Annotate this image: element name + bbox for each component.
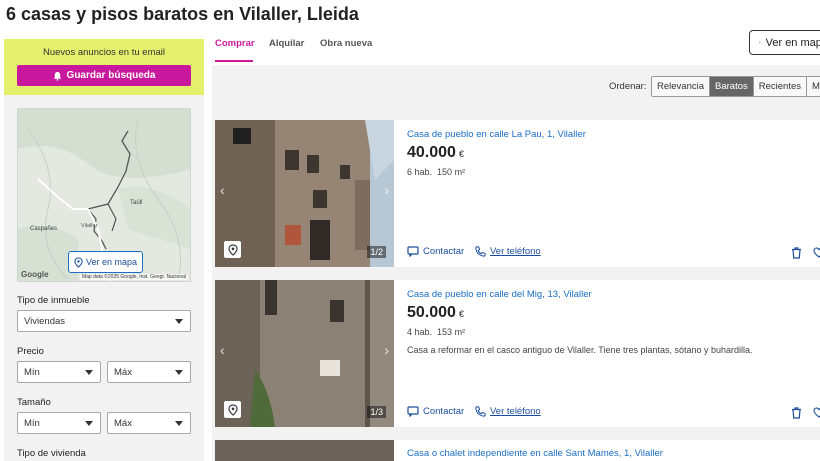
price-value: 50.000: [407, 304, 456, 321]
google-logo: Google: [21, 270, 49, 279]
email-alert-box: Nuevos anuncios en tu email Guardar búsq…: [4, 39, 204, 95]
caret-down-icon: [175, 370, 183, 375]
sort-label: Ordenar:: [609, 81, 647, 92]
trash-icon[interactable]: [791, 407, 802, 419]
listing-title[interactable]: Casa de pueblo en calle La Pau, 1, Vilal…: [407, 129, 586, 140]
size-max-select[interactable]: Máx: [107, 412, 191, 434]
listing-price: 50.000 €: [407, 304, 464, 322]
phone-icon: [475, 246, 486, 257]
price-min-value: Mín: [24, 366, 40, 378]
caret-down-icon: [85, 421, 93, 426]
save-search-label: Guardar búsqueda: [66, 70, 156, 81]
listing-rooms: 6 hab.: [407, 167, 433, 177]
mini-map[interactable]: Taüll Caspañes Vilaller Ver en mapa Goog…: [17, 108, 191, 282]
heart-icon[interactable]: [813, 247, 820, 258]
view-phone-label: Ver teléfono: [490, 246, 541, 257]
sort-more-button[interactable]: Más: [807, 77, 820, 96]
listing-photo[interactable]: ‹ › 1/3: [215, 280, 394, 427]
listing-card[interactable]: ‹ › 1/3 Casa de pueblo en calle del Mig,…: [215, 280, 820, 427]
view-map-button[interactable]: Ver en mapa: [749, 30, 820, 55]
caret-down-icon: [85, 370, 93, 375]
save-search-button[interactable]: Guardar búsqueda: [17, 65, 191, 86]
svg-text:Vilaller: Vilaller: [81, 223, 98, 229]
active-tab-indicator: [215, 60, 253, 62]
map-credit: Map data ©2025 Google, Inst. Geogr. Naci…: [79, 274, 188, 280]
view-phone-button[interactable]: Ver teléfono: [475, 246, 541, 257]
view-phone-label: Ver teléfono: [490, 406, 541, 417]
price-currency: €: [458, 309, 464, 319]
listing-price: 40.000 €: [407, 144, 464, 162]
listing-card[interactable]: Casa o chalet independiente en calle San…: [215, 440, 820, 461]
sort-relevance-button[interactable]: Relevancia: [652, 77, 710, 96]
next-photo-icon[interactable]: ›: [384, 182, 389, 198]
caret-down-icon: [175, 319, 183, 324]
map-view-label: Ver en mapa: [85, 257, 138, 267]
sort-cheapest-button[interactable]: Baratos: [710, 77, 754, 96]
price-max-select[interactable]: Máx: [107, 361, 191, 383]
listing-title[interactable]: Casa de pueblo en calle del Mig, 13, Vil…: [407, 289, 592, 300]
price-max-value: Máx: [114, 366, 132, 378]
listing-photo[interactable]: [215, 440, 394, 461]
chat-icon: [407, 406, 419, 417]
listing-details: 6 hab. 150 m²: [407, 167, 465, 177]
listing-details: 4 hab. 153 m²: [407, 327, 465, 337]
stone-house-image: [215, 280, 394, 427]
tab-comprar[interactable]: Comprar: [215, 38, 255, 49]
contact-label: Contactar: [423, 246, 465, 257]
size-min-select[interactable]: Mín: [17, 412, 101, 434]
trash-icon[interactable]: [791, 247, 802, 259]
tab-obra-nueva[interactable]: Obra nueva: [320, 38, 372, 49]
prev-photo-icon[interactable]: ‹: [220, 342, 225, 358]
housing-type-label: Tipo de vivienda: [17, 448, 86, 459]
price-label: Precio: [17, 346, 44, 357]
size-max-value: Máx: [114, 417, 132, 429]
size-label: Tamaño: [17, 397, 51, 408]
filters-sidebar: Taüll Caspañes Vilaller Ver en mapa Goog…: [4, 95, 204, 461]
map-pin-icon: [227, 403, 238, 416]
listing-area: 153 m²: [437, 327, 466, 337]
email-alert-text: Nuevos anuncios en tu email: [43, 47, 165, 58]
price-min-select[interactable]: Mín: [17, 361, 101, 383]
property-type-select[interactable]: Viviendas: [17, 310, 191, 332]
svg-text:Taüll: Taüll: [130, 200, 142, 206]
listing-photo[interactable]: ‹ › 1/2: [215, 120, 394, 267]
property-type-value: Viviendas: [24, 315, 66, 327]
sort-recent-button[interactable]: Recientes: [753, 77, 807, 96]
tab-alquilar[interactable]: Alquilar: [269, 38, 304, 49]
photo-counter: 1/2: [367, 246, 386, 258]
size-min-value: Mín: [24, 417, 40, 429]
contact-button[interactable]: Contactar: [407, 246, 464, 257]
map-pin-icon: [759, 41, 761, 44]
listing-rooms: 4 hab.: [407, 327, 433, 337]
photo-counter: 1/3: [367, 406, 386, 418]
heart-icon[interactable]: [813, 407, 820, 418]
sort-options: Relevancia Baratos Recientes Más: [651, 76, 820, 97]
contact-button[interactable]: Contactar: [407, 406, 464, 417]
caret-down-icon: [175, 421, 183, 426]
listing-title[interactable]: Casa o chalet independiente en calle San…: [407, 448, 663, 459]
next-photo-icon[interactable]: ›: [384, 342, 389, 358]
listing-card[interactable]: ‹ › 1/2 Casa de pueblo en calle La Pau, …: [215, 120, 820, 267]
map-view-button[interactable]: Ver en mapa: [68, 251, 143, 273]
svg-text:Caspañes: Caspañes: [30, 226, 57, 232]
map-pin-icon: [74, 256, 83, 268]
page-title: 6 casas y pisos baratos en Vilaller, Lle…: [6, 4, 359, 24]
stone-house-image: [215, 120, 394, 267]
map-pin-icon: [227, 243, 238, 256]
bell-icon: [53, 71, 61, 81]
chat-icon: [407, 246, 419, 257]
property-type-label: Tipo de inmueble: [17, 295, 90, 306]
view-phone-button[interactable]: Ver teléfono: [475, 406, 541, 417]
phone-icon: [475, 406, 486, 417]
listing-description: Casa a reformar en el casco antiguo de V…: [407, 345, 753, 355]
price-currency: €: [458, 149, 464, 159]
view-map-label: Ver en mapa: [765, 36, 820, 49]
price-value: 40.000: [407, 144, 456, 161]
photo-location-button[interactable]: [224, 241, 241, 258]
listing-area: 150 m²: [437, 167, 466, 177]
prev-photo-icon[interactable]: ‹: [220, 182, 225, 198]
photo-location-button[interactable]: [224, 401, 241, 418]
contact-label: Contactar: [423, 406, 465, 417]
